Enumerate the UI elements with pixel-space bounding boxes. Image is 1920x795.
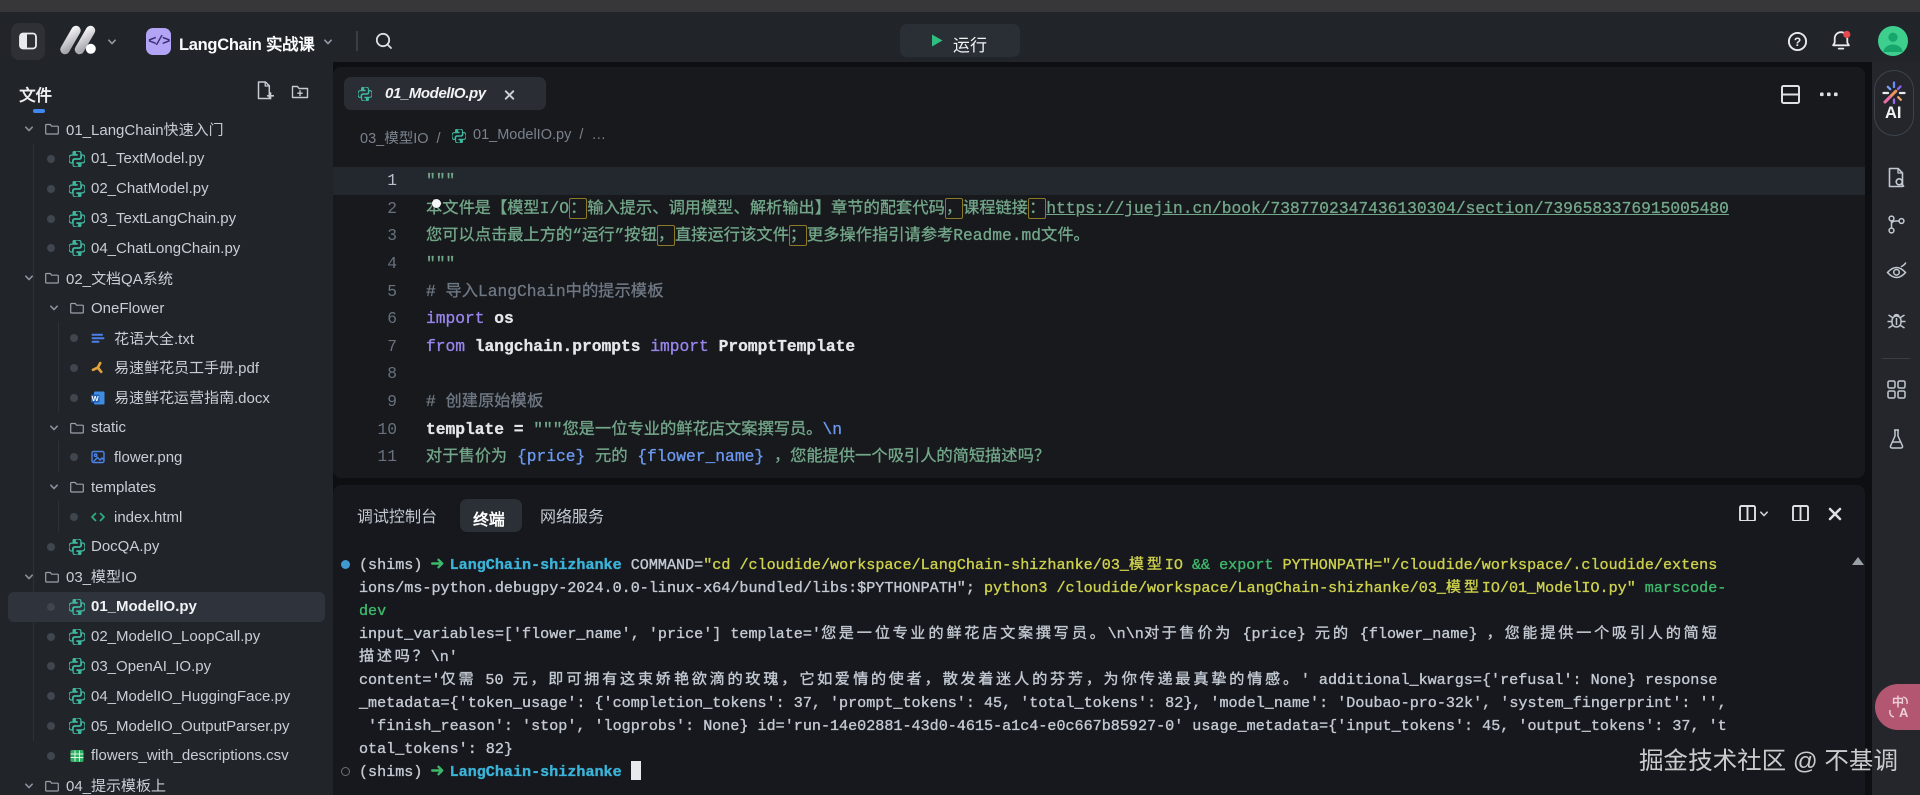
svg-text:?: ? [1794,35,1801,49]
svg-text:A: A [1899,705,1909,720]
svg-text:W: W [92,394,100,403]
